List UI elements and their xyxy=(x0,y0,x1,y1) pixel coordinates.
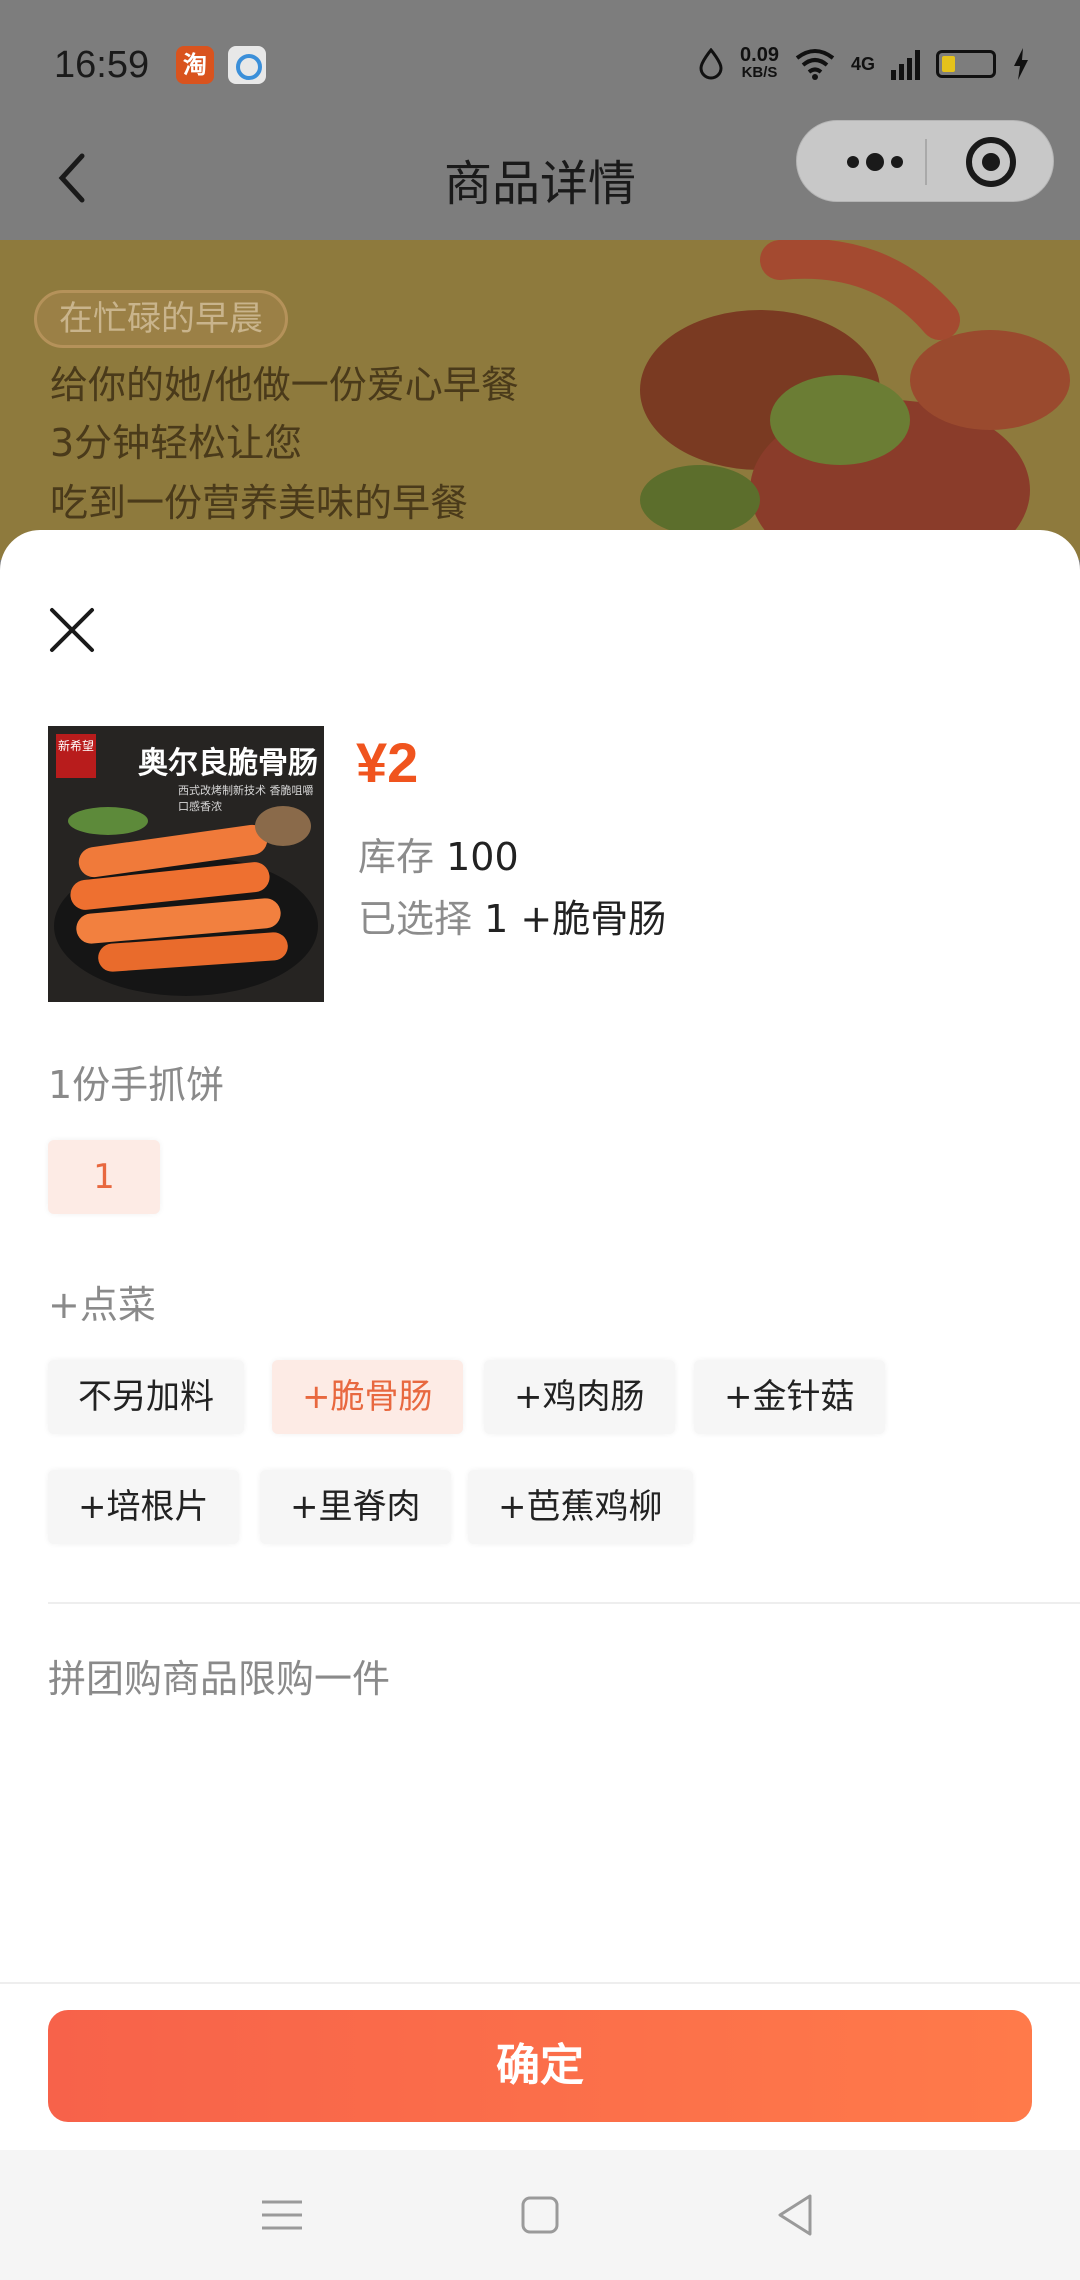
banner-line-3: 吃到一份营养美味的早餐 xyxy=(50,481,469,525)
miniprogram-capsule xyxy=(796,120,1054,202)
more-dots-icon[interactable] xyxy=(821,121,921,203)
option-chip-enoki[interactable]: +金针菇 xyxy=(694,1360,885,1434)
data-saver-icon xyxy=(699,48,723,80)
capsule-divider xyxy=(925,139,927,185)
brand-logo: 新希望 xyxy=(56,734,96,778)
option-chip-chicken-strips[interactable]: +芭蕉鸡柳 xyxy=(468,1470,693,1544)
option-group-title-quantity: 1份手抓饼 xyxy=(48,1063,225,1107)
banner-line-2: 3分钟轻松让您 xyxy=(50,421,303,465)
stock-value: 100 xyxy=(446,835,519,879)
selected-value: 1 +脆骨肠 xyxy=(484,897,667,941)
stock-label: 库存 xyxy=(358,835,435,879)
option-chip-no-addon[interactable]: 不另加料 xyxy=(48,1360,244,1434)
product-banner: 在忙碌的早晨 给你的她/他做一份爱心早餐 3分钟轻松让您 吃到一份营养美味的早餐 xyxy=(0,240,1080,560)
status-bar: 16:59 淘 0.09 KB/S 4G xyxy=(0,0,1080,120)
battery-icon xyxy=(936,50,996,78)
net-speed-value: 0.09 xyxy=(740,44,779,66)
product-image-title: 奥尔良脆骨肠 xyxy=(138,746,318,781)
charging-icon xyxy=(1014,48,1028,80)
banner-line-1: 给你的她/他做一份爱心早餐 xyxy=(50,363,519,407)
target-circle-icon[interactable] xyxy=(931,121,1051,203)
wifi-icon xyxy=(795,49,835,80)
option-chip-tenderloin[interactable]: +里脊肉 xyxy=(260,1470,451,1544)
option-chip-bacon[interactable]: +培根片 xyxy=(48,1470,239,1544)
sku-selection-sheet: 新希望 奥尔良脆骨肠 西式改烤制新技术 香脆咀嚼 口感香浓 ¥2 库存 100 … xyxy=(0,530,1080,2150)
option-chip-crispy-sausage[interactable]: +脆骨肠 xyxy=(272,1360,463,1434)
status-time: 16:59 xyxy=(54,44,150,86)
system-nav-bar xyxy=(0,2150,1080,2280)
signal-icon xyxy=(891,48,920,80)
network-type: 4G xyxy=(850,53,875,74)
background-page: 16:59 淘 0.09 KB/S 4G 商品详情 在忙碌的早晨 给你的她/他做… xyxy=(0,0,1080,560)
taobao-icon: 淘 xyxy=(176,46,214,84)
net-speed-unit: KB/S xyxy=(741,64,778,81)
close-icon[interactable] xyxy=(46,604,98,656)
option-chip-quantity-1[interactable]: 1 xyxy=(48,1140,160,1214)
purchase-limit-note: 拼团购商品限购一件 xyxy=(48,1657,391,1701)
nav-bar: 商品详情 xyxy=(0,120,1080,240)
selected-label: 已选择 xyxy=(358,897,473,941)
battery-level xyxy=(942,56,955,72)
food-photo xyxy=(640,240,1070,560)
home-square-icon[interactable] xyxy=(510,2190,570,2240)
status-indicators: 0.09 KB/S 4G xyxy=(698,44,1030,82)
product-image-subtitle: 西式改烤制新技术 香脆咀嚼 口感香浓 xyxy=(178,784,314,813)
banner-tag: 在忙碌的早晨 xyxy=(34,290,288,348)
browser-icon xyxy=(228,46,266,84)
stock-info: 库存 100 xyxy=(358,826,519,881)
footer-divider xyxy=(0,1982,1080,1984)
menu-icon[interactable] xyxy=(252,2190,312,2240)
option-chip-chicken-sausage[interactable]: +鸡肉肠 xyxy=(484,1360,675,1434)
back-triangle-icon[interactable] xyxy=(766,2190,826,2240)
section-divider xyxy=(48,1602,1080,1604)
option-group-title-addons: +点菜 xyxy=(48,1283,156,1327)
product-image: 新希望 奥尔良脆骨肠 西式改烤制新技术 香脆咀嚼 口感香浓 xyxy=(48,726,324,1002)
net-speed: 0.09 KB/S xyxy=(740,44,779,82)
product-price: ¥2 xyxy=(356,731,419,794)
selected-info: 已选择 1 +脆骨肠 xyxy=(358,888,666,943)
confirm-button[interactable]: 确定 xyxy=(48,2010,1032,2122)
